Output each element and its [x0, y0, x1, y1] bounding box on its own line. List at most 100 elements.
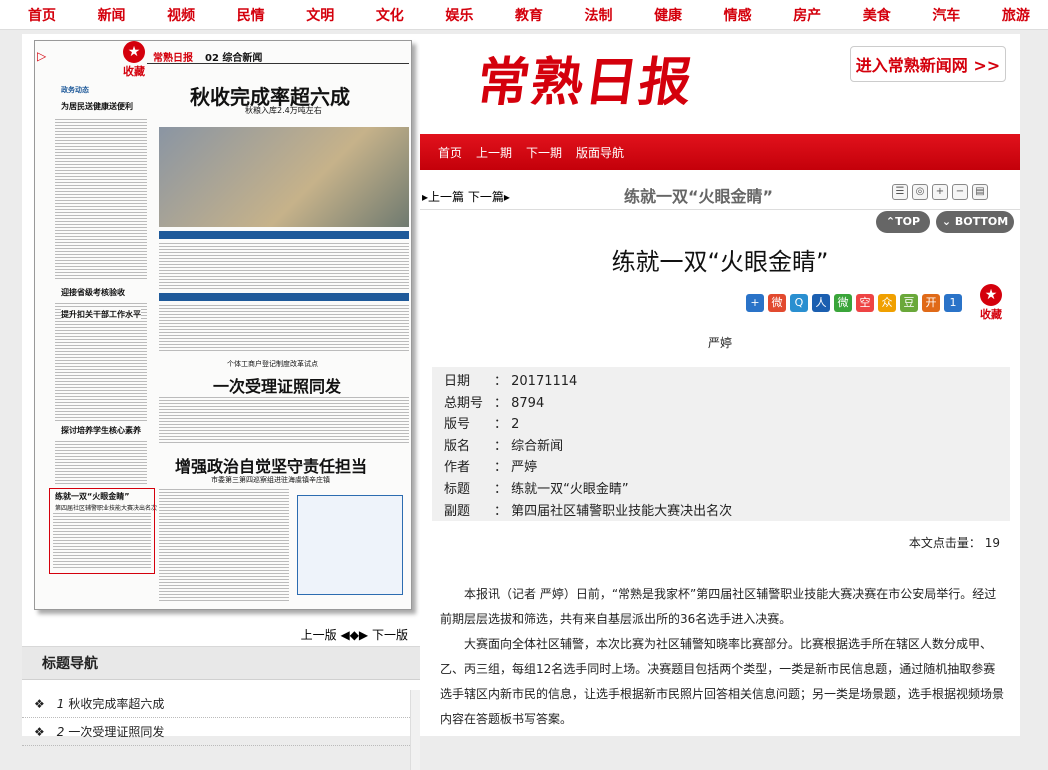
- col-head-inspection: 迎接省级考核验收: [61, 288, 125, 297]
- left-arrow-icon: ◀: [340, 628, 350, 642]
- bottom-button[interactable]: ⌄ BOTTOM: [936, 211, 1014, 233]
- top-button[interactable]: ⌃TOP: [876, 211, 930, 233]
- col-head-health: 为居民送健康送便利: [61, 102, 133, 111]
- share-wechat-icon[interactable]: 微: [834, 294, 852, 312]
- nav-travel[interactable]: 旅游: [1002, 5, 1030, 25]
- item-title: 一次受理证照同发: [68, 725, 165, 739]
- meta-key: 作者: [444, 460, 471, 476]
- share-crowd-icon[interactable]: 众: [878, 294, 896, 312]
- meta-row: 版名： 综合新闻: [444, 436, 998, 458]
- subhead-autumn-harvest: 秋粮入库2.4万吨左右: [245, 106, 322, 115]
- subheadline-political: 市委第三第四巡察组进驻海虞镇辛庄镇: [211, 476, 330, 484]
- selected-article-highlight[interactable]: [49, 488, 155, 574]
- prev-issue-link[interactable]: 上一期: [476, 144, 512, 161]
- next-page-link[interactable]: 下一版: [372, 628, 408, 642]
- masthead-rule: [147, 63, 409, 64]
- favorite-badge[interactable]: ★ 收藏: [121, 41, 147, 79]
- bullet-icon: ❖: [34, 725, 45, 739]
- site-logo[interactable]: 常熟日报: [473, 40, 700, 115]
- article-meta: 日期： 20171114 总期号： 8794 版号： 2 版名： 综合新闻 作者…: [432, 367, 1010, 521]
- section-bar: [159, 293, 409, 301]
- share-counter-icon[interactable]: 1: [944, 294, 962, 312]
- share-weibo-icon[interactable]: 微: [768, 294, 786, 312]
- meta-row: 日期： 20171114: [444, 371, 998, 393]
- enter-news-site-button[interactable]: 进入常熟新闻网 >>: [850, 46, 1006, 82]
- issue-home-link[interactable]: 首页: [438, 144, 462, 161]
- zoom-in-icon[interactable]: +: [932, 184, 948, 200]
- list-icon[interactable]: ☰: [892, 184, 908, 200]
- nav-auto[interactable]: 汽车: [932, 5, 960, 25]
- print-icon[interactable]: ▤: [972, 184, 988, 200]
- share-more-icon[interactable]: +: [746, 294, 764, 312]
- article-header-bar: ▸上一篇 下一篇▸ 练就一双“火眼金睛” ☰ ◎ + − ▤: [420, 180, 1020, 210]
- nav-law[interactable]: 法制: [585, 5, 613, 25]
- right-arrow-icon: ▶: [358, 628, 369, 642]
- meta-row: 版号： 2: [444, 414, 998, 436]
- info-box: [297, 495, 403, 595]
- layout-nav-link[interactable]: 版面导航: [576, 144, 624, 161]
- nav-video[interactable]: 视频: [167, 5, 195, 25]
- nav-emotion[interactable]: 情感: [724, 5, 752, 25]
- nav-entertainment[interactable]: 娱乐: [445, 5, 473, 25]
- prev-page-link[interactable]: 上一版: [301, 628, 337, 642]
- meta-row: 总期号： 8794: [444, 393, 998, 415]
- item-title: 秋收完成率超六成: [68, 697, 165, 711]
- hits-value: 19: [984, 536, 1000, 550]
- nav-health[interactable]: 健康: [654, 5, 682, 25]
- text-block: [159, 489, 289, 601]
- top-label: TOP: [895, 215, 921, 228]
- nav-education[interactable]: 教育: [515, 5, 543, 25]
- title-nav-item-2[interactable]: ❖ 2 一次受理证照同发: [22, 718, 420, 746]
- share-douban-icon[interactable]: 豆: [900, 294, 918, 312]
- meta-value: 第四届社区辅警职业技能大赛决出名次: [511, 503, 733, 519]
- nav-real-estate[interactable]: 房产: [793, 5, 821, 25]
- meta-key: 版名: [444, 438, 471, 454]
- down-chevron-icon: ⌄: [941, 215, 952, 228]
- prev-article-link[interactable]: 上一篇: [428, 190, 464, 204]
- pre-headline-reform: 个体工商户登记制度改革试点: [227, 360, 318, 368]
- next-issue-link[interactable]: 下一期: [526, 144, 562, 161]
- paper-masthead: 常熟日报: [153, 53, 193, 64]
- meta-row: 副题： 第四届社区辅警职业技能大赛决出名次: [444, 501, 998, 523]
- meta-key: 版号: [444, 417, 471, 433]
- title-nav-item-1[interactable]: ❖ 1 秋收完成率超六成: [22, 690, 420, 718]
- zoom-out-icon[interactable]: −: [952, 184, 968, 200]
- hits-label: 本文点击量：: [908, 536, 981, 550]
- top-nav: 首页 新闻 视频 民情 文明 文化 娱乐 教育 法制 健康 情感 房产 美食 汽…: [0, 0, 1048, 30]
- right-column: 常熟日报 进入常熟新闻网 >> 首页 上一期 下一期 版面导航 ▸ 上一篇 下一篇…: [420, 34, 1020, 736]
- zoom-reset-icon[interactable]: ◎: [912, 184, 928, 200]
- page-nav: 上一版 ◀◆▶ 下一版: [301, 626, 408, 643]
- title-nav-heading: 标题导航: [22, 646, 420, 680]
- nav-civilization[interactable]: 文明: [306, 5, 334, 25]
- share-renren-icon[interactable]: 人: [812, 294, 830, 312]
- up-chevron-icon: ⌃: [885, 215, 896, 228]
- nav-culture[interactable]: 文化: [376, 5, 404, 25]
- meta-value: 练就一双“火眼金睛”: [511, 481, 629, 497]
- favorite-button[interactable]: ★ 收藏: [976, 284, 1006, 322]
- title-nav-scrollbar[interactable]: [410, 690, 420, 770]
- newspaper-page-preview[interactable]: ▷ ★ 收藏 常熟日报 02 综合新闻 政务动态 为居民送健康送便利 迎接省级考…: [34, 40, 412, 610]
- share-bar: + 微 Q 人 微 空 众 豆 开 1: [746, 294, 962, 312]
- text-block: [55, 119, 147, 279]
- article-title: 练就一双“火眼金睛”: [611, 248, 829, 276]
- article-author: 严婷: [707, 336, 732, 350]
- meta-value: 综合新闻: [511, 438, 564, 454]
- hit-counter: 本文点击量： 19: [909, 534, 1000, 551]
- nav-home[interactable]: 首页: [28, 5, 56, 25]
- meta-row: 标题： 练就一双“火眼金睛”: [444, 479, 998, 501]
- article-paragraph: 大赛面向全体社区辅警，本次比赛为社区辅警知晓率比赛部分。比赛根据选手所在辖区人数…: [440, 637, 1005, 726]
- star-icon: ★: [980, 284, 1002, 306]
- col-head-education: 探讨培养学生核心素养: [61, 425, 141, 436]
- page-arrow-icon[interactable]: ▷: [37, 49, 46, 63]
- share-qzone-icon[interactable]: 空: [856, 294, 874, 312]
- next-article-link[interactable]: 下一篇: [468, 190, 504, 204]
- share-kaixin-icon[interactable]: 开: [922, 294, 940, 312]
- share-qq-icon[interactable]: Q: [790, 294, 808, 312]
- favorite-label: 收藏: [123, 65, 145, 78]
- nav-public-opinion[interactable]: 民情: [237, 5, 265, 25]
- nav-news[interactable]: 新闻: [98, 5, 126, 25]
- meta-value: 2: [511, 417, 520, 433]
- nav-food[interactable]: 美食: [863, 5, 891, 25]
- text-block: [159, 397, 409, 443]
- diamond-icon: ◆: [349, 628, 359, 642]
